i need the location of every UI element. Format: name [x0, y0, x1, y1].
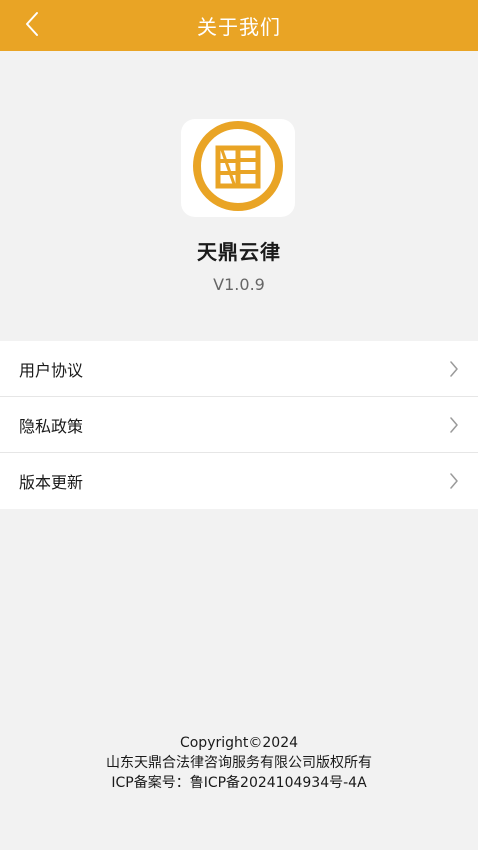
menu-item-label: 隐私政策 — [19, 416, 84, 436]
chevron-right-icon — [448, 473, 460, 489]
menu-item-version-update[interactable]: 版本更新 — [0, 453, 478, 509]
copyright-text: Copyright©2024 — [179, 735, 299, 751]
menu-item-label: 用户协议 — [19, 360, 84, 380]
back-button[interactable] — [14, 8, 50, 44]
company-text: 山东天鼎合法律咨询服务有限公司版权所有 — [106, 755, 372, 771]
app-logo — [181, 119, 295, 217]
chevron-right-icon — [448, 360, 460, 377]
app-version: V1.0.9 — [213, 275, 265, 294]
top-bar: 关于我们 — [0, 0, 478, 51]
menu-item-label: 版本更新 — [19, 473, 84, 492]
app-name: 天鼎云律 — [197, 240, 281, 264]
menu-item-user-agreement[interactable]: 用户协议 — [0, 341, 478, 397]
chevron-left-icon — [24, 11, 40, 41]
footer: Copyright©2024 山东天鼎合法律咨询服务有限公司版权所有 ICP备案… — [0, 733, 478, 793]
app-logo-icon — [192, 120, 284, 216]
settings-menu: 用户协议 隐私政策 版本更新 — [0, 341, 478, 509]
page-title: 关于我们 — [197, 15, 281, 39]
icp-text: ICP备案号：鲁ICP备2024104934号-4A — [111, 775, 367, 791]
chevron-right-icon — [448, 416, 460, 433]
menu-item-privacy-policy[interactable]: 隐私政策 — [0, 397, 478, 453]
